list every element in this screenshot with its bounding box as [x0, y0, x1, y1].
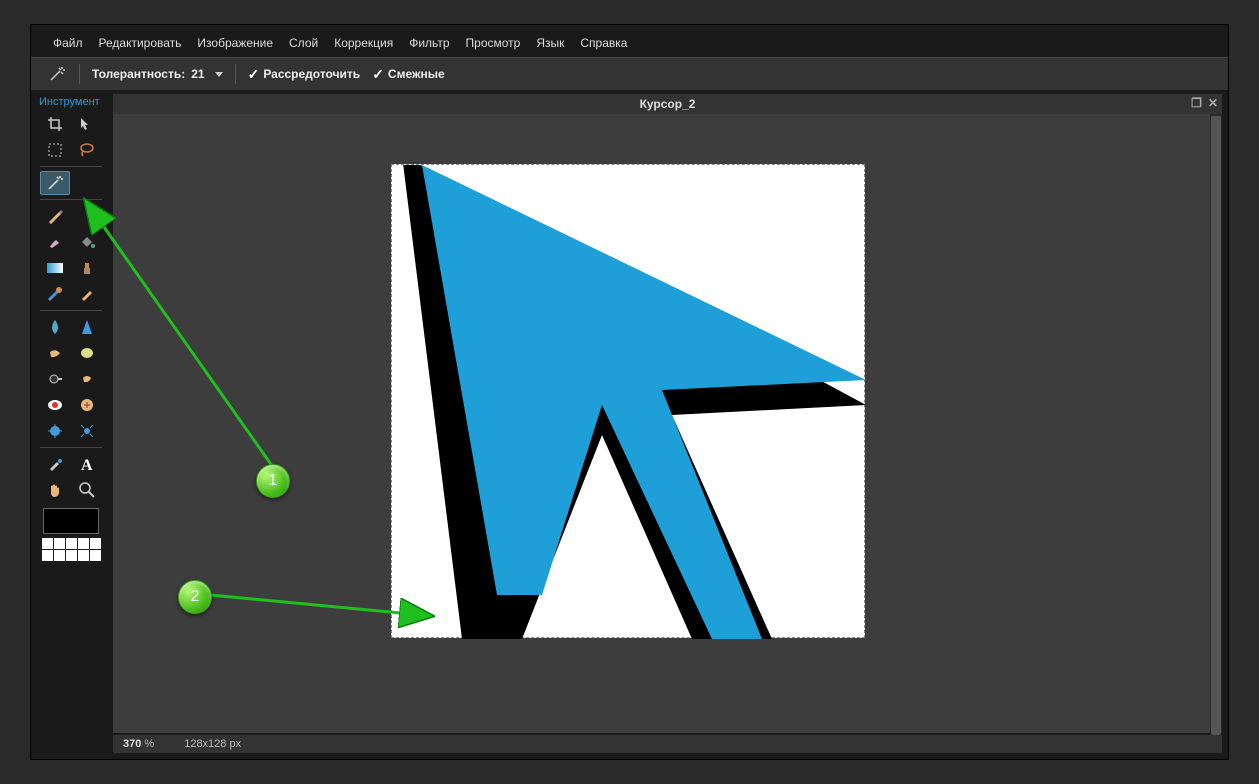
bucket-tool[interactable] [72, 230, 102, 254]
brush-tool[interactable] [40, 230, 70, 254]
toolbar-divider [79, 64, 80, 84]
document-window: Курсор_2 ❐ ✕ 370 % [113, 94, 1222, 753]
menu-edit[interactable]: Редактировать [93, 33, 188, 53]
toolbar-divider [235, 64, 236, 84]
spot-heal-tool[interactable] [72, 393, 102, 417]
gradient-tool[interactable] [40, 256, 70, 280]
checkbox-contiguous[interactable]: ✓ Смежные [372, 66, 444, 83]
menu-bar: Файл Редактировать Изображение Слой Корр… [31, 25, 1228, 57]
workspace: Инструмент [31, 90, 1228, 759]
annotation-bubble-2: 2 [178, 580, 212, 614]
tools-panel-title: Инструмент [37, 94, 105, 112]
canvas-dimensions: 128x128 px [184, 738, 241, 750]
eyedropper-tool[interactable] [40, 452, 70, 476]
red-eye-tool[interactable] [40, 393, 70, 417]
zoom-value: 370 [123, 738, 141, 750]
canvas-viewport[interactable] [113, 114, 1210, 733]
checkmark-icon: ✓ [372, 66, 384, 83]
checkbox-label: Рассредоточить [263, 67, 360, 81]
tools-panel: Инструмент [31, 90, 111, 759]
menu-adjustment[interactable]: Коррекция [328, 33, 399, 53]
tolerance-label: Толерантность: [92, 67, 185, 81]
menu-layer[interactable]: Слой [283, 33, 324, 53]
lasso-tool[interactable] [72, 138, 102, 162]
menu-language[interactable]: Язык [530, 33, 570, 53]
document-title: Курсор_2 [640, 97, 696, 111]
document-titlebar[interactable]: Курсор_2 ❐ ✕ [113, 94, 1222, 114]
tolerance-value: 21 [191, 67, 204, 81]
chevron-down-icon[interactable] [215, 72, 223, 77]
svg-text:A: A [81, 457, 93, 473]
smudge-tool[interactable] [40, 341, 70, 365]
menu-image[interactable]: Изображение [191, 33, 279, 53]
burn-tool[interactable] [72, 367, 102, 391]
bloat-tool[interactable] [40, 419, 70, 443]
vertical-scrollbar[interactable] [1210, 114, 1222, 733]
hand-tool[interactable] [40, 478, 70, 502]
checkbox-label: Смежные [388, 67, 445, 81]
wand-icon [47, 64, 67, 84]
clone-stamp-tool[interactable] [72, 256, 102, 280]
zoom-tool[interactable] [72, 478, 102, 502]
options-toolbar: Толерантность: 21 ✓ Рассредоточить ✓ Сме… [31, 57, 1228, 91]
checkbox-anti-alias[interactable]: ✓ Рассредоточить [248, 66, 361, 83]
menu-filter[interactable]: Фильтр [403, 33, 455, 53]
tolerance-control[interactable]: Толерантность: 21 [92, 67, 223, 81]
sharpen-tool[interactable] [72, 315, 102, 339]
drawing-tool[interactable] [72, 282, 102, 306]
marquee-tool[interactable] [40, 138, 70, 162]
close-icon[interactable]: ✕ [1208, 96, 1218, 110]
blur-tool[interactable] [40, 315, 70, 339]
color-palette[interactable] [37, 538, 105, 561]
checkmark-icon: ✓ [248, 66, 260, 83]
maximize-icon[interactable]: ❐ [1191, 96, 1202, 110]
annotation-bubble-1: 1 [256, 464, 290, 498]
canvas[interactable] [391, 164, 865, 638]
move-tool[interactable] [72, 112, 102, 136]
dodge-tool[interactable] [40, 367, 70, 391]
menu-help[interactable]: Справка [574, 33, 633, 53]
menu-file[interactable]: Файл [47, 33, 89, 53]
zoom-unit: % [144, 738, 154, 750]
wand-tool[interactable] [40, 171, 70, 195]
sponge-tool[interactable] [72, 341, 102, 365]
crop-tool[interactable] [40, 112, 70, 136]
foreground-color-swatch[interactable] [43, 508, 99, 534]
pinch-tool[interactable] [72, 419, 102, 443]
type-tool[interactable]: A [72, 452, 102, 476]
status-bar: 370 % 128x128 px [113, 735, 1222, 753]
pencil-tool[interactable] [40, 204, 70, 228]
menu-view[interactable]: Просмотр [460, 33, 527, 53]
app-window: Файл Редактировать Изображение Слой Корр… [30, 24, 1229, 760]
color-replace-tool[interactable] [40, 282, 70, 306]
